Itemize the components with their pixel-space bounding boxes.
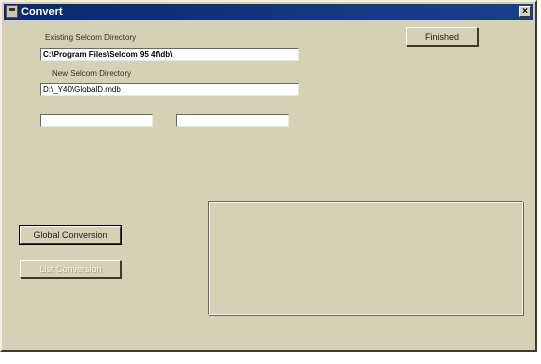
finished-button[interactable]: Finished <box>406 27 478 46</box>
close-icon[interactable]: × <box>519 6 531 17</box>
right-text-field[interactable] <box>176 114 289 127</box>
app-icon <box>6 5 18 18</box>
window-title: Convert <box>21 6 63 18</box>
title-bar[interactable]: Convert × <box>4 4 533 20</box>
convert-window: Convert × Existing Selcom Directory C:\P… <box>0 0 537 352</box>
global-conversion-button[interactable]: Global Conversion <box>19 225 122 245</box>
existing-directory-label: Existing Selcom Directory <box>45 33 137 42</box>
left-text-field[interactable] <box>40 114 153 127</box>
list-conversion-button: List Conversion <box>20 260 121 278</box>
new-directory-label: New Selcom Directory <box>52 69 132 78</box>
existing-directory-field[interactable]: C:\Program Files\Selcom 95 4f\db\ <box>40 48 299 61</box>
new-directory-field[interactable]: D:\_Y40\GlobalD.mdb <box>40 83 299 96</box>
output-panel <box>208 201 523 315</box>
